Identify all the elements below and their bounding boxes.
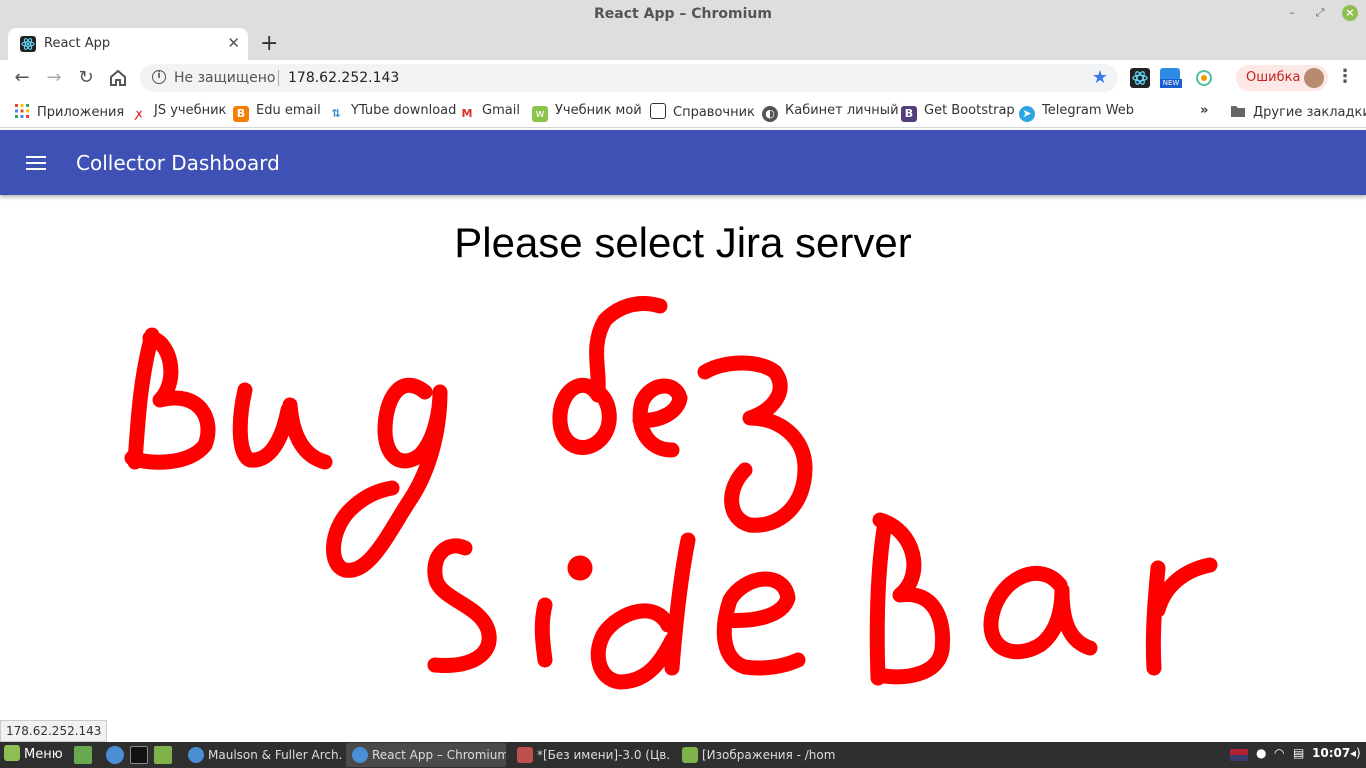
- terminal-icon[interactable]: [130, 746, 148, 764]
- start-menu-button[interactable]: Меню: [4, 745, 63, 765]
- hamburger-menu-icon[interactable]: [26, 156, 46, 170]
- bookmark-label: Учебник мой: [555, 103, 642, 118]
- bookmarks-bar: Приложения ꭗ JS учебник B Edu email ⇅ YTube…: [0, 96, 1366, 128]
- download-icon: ⇅: [331, 107, 341, 120]
- reload-icon[interactable]: ↻: [74, 66, 98, 90]
- task-label: *[Без имени]-3.0 (Цв...: [537, 748, 671, 762]
- bookmark-gmail[interactable]: M Gmail: [459, 103, 520, 121]
- extension-circle-icon[interactable]: [1194, 68, 1214, 88]
- bookmark-label: YTube download: [351, 103, 457, 118]
- profile-label: Ошибка: [1246, 70, 1301, 85]
- react-devtools-icon[interactable]: [1130, 68, 1150, 88]
- chromium-icon: [188, 747, 204, 763]
- bookmark-my-textbook[interactable]: w Учебник мой: [532, 103, 642, 122]
- window-close-icon[interactable]: ×: [1342, 5, 1358, 21]
- bookmark-label: Приложения: [37, 105, 125, 120]
- os-taskbar: Меню Maulson & Fuller Arch... React App …: [0, 742, 1366, 768]
- us-flag-icon[interactable]: [1230, 749, 1248, 761]
- clipboard-icon[interactable]: ▤: [1293, 746, 1304, 760]
- bootstrap-icon: B: [901, 106, 917, 122]
- bookmark-label: Get Bootstrap: [924, 103, 1015, 118]
- back-icon[interactable]: ←: [10, 66, 34, 90]
- start-menu-label: Меню: [24, 747, 63, 762]
- chromium-icon: [352, 747, 368, 763]
- telegram-icon: ➤: [1019, 106, 1035, 122]
- bookmark-apps[interactable]: Приложения: [14, 103, 124, 121]
- taskbar-window-maulson[interactable]: Maulson & Fuller Arch...: [182, 743, 342, 767]
- restore-icon[interactable]: ⤢: [1312, 5, 1328, 21]
- bookmark-label: Edu email: [256, 103, 321, 118]
- task-label: [Изображения - /hom...: [702, 748, 836, 762]
- address-bar[interactable]: i Не защищено 178.62.252.143 ★: [140, 64, 1118, 92]
- chromium-launcher-icon[interactable]: [106, 746, 124, 764]
- home-icon[interactable]: [106, 66, 130, 90]
- bookmark-label: Справочник: [673, 105, 755, 120]
- browser-toolbar: ← → ↻ i Не защищено 178.62.252.143 ★ NEW…: [0, 60, 1366, 96]
- info-icon[interactable]: i: [152, 70, 166, 84]
- book-icon: w: [532, 106, 548, 122]
- bookmark-ytube-download[interactable]: ⇅ YTube download: [328, 103, 456, 121]
- bookmark-star-icon[interactable]: ★: [1092, 67, 1108, 88]
- show-desktop-icon[interactable]: [74, 746, 92, 764]
- tab-react-app[interactable]: React App ✕: [8, 28, 248, 60]
- gmail-icon: M: [461, 107, 473, 120]
- react-icon: [20, 36, 36, 52]
- taskbar-window-images[interactable]: [Изображения - /hom...: [676, 743, 836, 767]
- bookmark-personal-cabinet[interactable]: ◐ Кабинет личный: [762, 103, 899, 122]
- bookmark-telegram-web[interactable]: ➤ Telegram Web: [1019, 103, 1135, 122]
- bookmark-other-folder[interactable]: Другие закладки: [1230, 103, 1366, 121]
- status-url-tooltip: 178.62.252.143: [0, 720, 108, 742]
- bookmarks-more-button[interactable]: »: [1200, 103, 1208, 121]
- files-launcher-icon[interactable]: [154, 746, 172, 764]
- app-title: Collector Dashboard: [76, 151, 280, 175]
- folder-icon: [1231, 106, 1245, 117]
- tab-title: React App: [44, 36, 111, 51]
- folder-icon: [682, 747, 698, 763]
- bookmark-label: Gmail: [482, 103, 520, 118]
- window-titlebar: React App – Chromium – ⤢ ×: [0, 0, 1366, 28]
- wifi-icon[interactable]: ◠: [1274, 746, 1284, 760]
- gimp-icon: [517, 747, 533, 763]
- profile-error-button[interactable]: Ошибка: [1236, 65, 1328, 91]
- volume-icon[interactable]: ◂): [1350, 746, 1361, 760]
- taskbar-window-react-app[interactable]: React App – Chromium: [346, 743, 506, 767]
- task-label: React App – Chromium: [372, 748, 506, 762]
- bookmark-label: JS учебник: [154, 103, 227, 118]
- bookmark-edu-email[interactable]: B Edu email: [233, 103, 321, 122]
- js-icon: ꭗ: [136, 107, 142, 120]
- bookmark-label: Telegram Web: [1042, 103, 1135, 118]
- bookmark-get-bootstrap[interactable]: B Get Bootstrap: [901, 103, 1015, 122]
- clock[interactable]: 10:07: [1312, 746, 1350, 760]
- new-tab-button[interactable]: +: [260, 31, 278, 56]
- tab-strip: React App ✕ +: [0, 28, 1366, 60]
- app-bar: Collector Dashboard: [0, 130, 1366, 195]
- bookmark-label: Другие закладки: [1253, 105, 1366, 120]
- new-badge: NEW: [1160, 79, 1182, 88]
- mint-logo-icon: [4, 745, 20, 761]
- tab-close-icon[interactable]: ✕: [227, 34, 240, 52]
- taskbar-window-gimp[interactable]: *[Без имени]-3.0 (Цв...: [511, 743, 671, 767]
- kebab-menu-icon[interactable]: ⋮: [1336, 66, 1354, 87]
- omnibox-divider: [278, 70, 279, 86]
- user-icon[interactable]: ●: [1256, 746, 1266, 760]
- apps-grid-icon: [15, 104, 29, 118]
- window-title: React App – Chromium: [594, 6, 772, 22]
- forward-icon[interactable]: →: [42, 66, 66, 90]
- security-label: Не защищено: [174, 70, 276, 86]
- page-heading: Please select Jira server: [454, 219, 912, 266]
- url-text[interactable]: 178.62.252.143: [288, 70, 399, 86]
- task-label: Maulson & Fuller Arch...: [208, 748, 342, 762]
- minimize-icon[interactable]: –: [1284, 5, 1300, 21]
- globe-icon: ◐: [762, 106, 778, 122]
- extension-new-icon[interactable]: NEW: [1160, 68, 1182, 88]
- bookmark-js-textbook[interactable]: ꭗ JS учебник: [131, 103, 226, 121]
- bookmark-label: Кабинет личный: [785, 103, 899, 118]
- bookmark-reference[interactable]: Справочник: [650, 103, 755, 121]
- avatar: [1304, 68, 1324, 88]
- comment-icon: [650, 103, 666, 119]
- blogger-icon: B: [233, 106, 249, 122]
